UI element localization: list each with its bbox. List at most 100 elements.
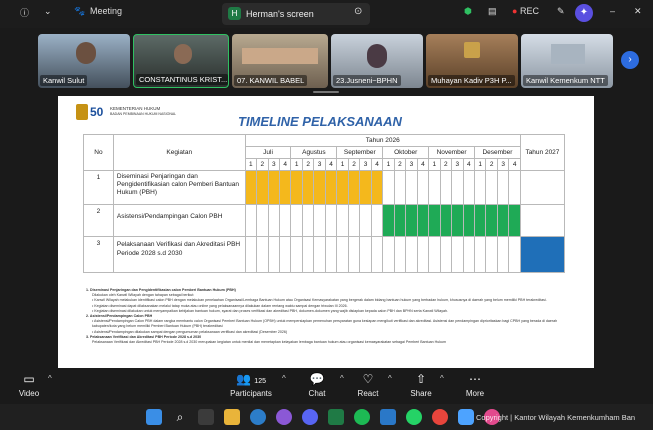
timeline-cell bbox=[324, 170, 338, 205]
header-year-2027: Tahun 2027 bbox=[519, 134, 566, 171]
week-cell: 2 bbox=[301, 158, 315, 171]
activity-row: 3 Pelaksanaan Verifikasi dan Akreditasi … bbox=[83, 236, 566, 273]
timeline-cell bbox=[313, 236, 326, 273]
timeline-cell bbox=[370, 170, 384, 205]
timeline-cell bbox=[244, 170, 258, 205]
minimize-icon[interactable]: – bbox=[610, 6, 615, 16]
participants-button[interactable]: 👥 125 Participants bbox=[222, 372, 280, 398]
tools-icon[interactable]: ✎ bbox=[557, 6, 565, 17]
shield-icon[interactable]: ⬢ bbox=[464, 6, 472, 17]
header-year-2026: Tahun 2026 bbox=[244, 134, 521, 147]
share-button[interactable]: ⇧ Share bbox=[398, 372, 444, 398]
timeline-cell bbox=[359, 236, 372, 273]
participant-tile[interactable]: 07. KANWIL BABEL bbox=[232, 34, 328, 88]
timeline-cell bbox=[462, 236, 476, 273]
timeline-cell bbox=[336, 204, 349, 237]
screen-share-pill[interactable]: H Herman's screen ⊙ bbox=[222, 3, 370, 25]
folder-icon[interactable] bbox=[224, 409, 240, 425]
info-icon[interactable]: ⓘ bbox=[20, 6, 29, 19]
record-indicator[interactable]: ● REC bbox=[512, 6, 539, 16]
chat-button[interactable]: 💬 Chat bbox=[294, 372, 340, 398]
participants-options-icon[interactable]: ^ bbox=[282, 374, 286, 383]
edge-icon[interactable] bbox=[250, 409, 266, 425]
timeline-cell bbox=[359, 204, 372, 237]
week-cell: 1 bbox=[336, 158, 349, 171]
timeline-cell bbox=[451, 170, 464, 205]
timeline-cell bbox=[496, 170, 510, 205]
spotify-icon[interactable] bbox=[354, 409, 370, 425]
month-header: November bbox=[428, 146, 475, 159]
file-explorer-icon[interactable] bbox=[198, 409, 214, 425]
timeline-cell bbox=[405, 236, 418, 273]
timeline-cell bbox=[439, 204, 453, 237]
participant-tile[interactable]: 23.Jusneni~BPHN bbox=[331, 34, 423, 88]
week-cell: 3 bbox=[405, 158, 418, 171]
copilot-icon[interactable] bbox=[276, 409, 292, 425]
participant-tile[interactable]: Kanwil Sulut bbox=[38, 34, 130, 88]
timeline-cell bbox=[462, 204, 476, 237]
timeline-cell bbox=[370, 236, 384, 273]
share-options-icon[interactable]: ^ bbox=[440, 374, 444, 383]
week-cell: 3 bbox=[451, 158, 464, 171]
participant-tile[interactable]: Kanwil Kemenkum NTT bbox=[521, 34, 613, 88]
participant-photo bbox=[242, 48, 318, 64]
ministry-logo: 50 bbox=[76, 104, 106, 120]
week-cell: 3 bbox=[267, 158, 281, 171]
drag-handle[interactable] bbox=[313, 91, 339, 93]
timeline-cell bbox=[508, 204, 521, 237]
timeline-cell bbox=[313, 170, 326, 205]
logo-line-2: BADAN PEMBINAAN HUKUM NASIONAL bbox=[110, 112, 177, 116]
week-cell: 2 bbox=[439, 158, 453, 171]
week-cell: 2 bbox=[256, 158, 269, 171]
more-options-icon[interactable]: ⊙ bbox=[354, 6, 362, 17]
close-icon[interactable]: ✕ bbox=[634, 6, 642, 17]
companion-icon[interactable]: ✦ bbox=[575, 4, 593, 22]
participant-tile[interactable]: Muhayan Kadiv P3H P... bbox=[426, 34, 518, 88]
timeline-cell bbox=[416, 170, 430, 205]
row-activity: Asistensi/Pendampingan Calon PBH bbox=[112, 204, 246, 237]
chat-options-icon[interactable]: ^ bbox=[340, 374, 344, 383]
search-icon[interactable]: ⌕ bbox=[172, 409, 188, 425]
timeline-cell bbox=[473, 204, 487, 237]
react-options-icon[interactable]: ^ bbox=[388, 374, 392, 383]
timeline-cell bbox=[347, 204, 361, 237]
excel-icon[interactable] bbox=[328, 409, 344, 425]
week-cell: 4 bbox=[370, 158, 384, 171]
video-button[interactable]: ▭ Video bbox=[6, 372, 52, 398]
participants-icon: 👥 125 bbox=[236, 372, 266, 386]
windows-start-icon[interactable] bbox=[146, 409, 162, 425]
timeline-cell bbox=[256, 204, 269, 237]
timeline-table: No Kegiatan Tahun 2026 Tahun 2027 Juli A… bbox=[83, 134, 566, 273]
vscode-icon[interactable] bbox=[380, 409, 396, 425]
zoom-icon[interactable] bbox=[458, 409, 474, 425]
more-button[interactable]: ⋯ More bbox=[452, 372, 498, 398]
timeline-cell bbox=[301, 204, 315, 237]
video-options-icon[interactable]: ^ bbox=[48, 374, 52, 383]
notes-icon[interactable]: ▤ bbox=[488, 6, 497, 17]
discord-icon[interactable] bbox=[302, 409, 318, 425]
participant-name: 23.Jusneni~BPHN bbox=[333, 75, 401, 86]
header-kegiatan: Kegiatan bbox=[112, 134, 246, 171]
note-line: Pelaksanaan Verifikasi dan Akreditasi PB… bbox=[92, 340, 447, 345]
timeline-cell bbox=[485, 170, 498, 205]
chevron-down-icon[interactable]: ⌄ bbox=[44, 6, 52, 17]
timeline-cell bbox=[451, 204, 464, 237]
week-cell: 4 bbox=[462, 158, 476, 171]
chrome-icon[interactable] bbox=[432, 409, 448, 425]
timeline-cell bbox=[244, 204, 258, 237]
week-cell: 1 bbox=[428, 158, 441, 171]
whatsapp-icon[interactable] bbox=[406, 409, 422, 425]
timeline-cell bbox=[508, 236, 521, 273]
header-no: No bbox=[83, 134, 114, 171]
react-label: React bbox=[357, 389, 379, 398]
meeting-label[interactable]: Meeting bbox=[90, 6, 122, 16]
timeline-cell bbox=[416, 204, 430, 237]
participant-tile[interactable]: CONSTANTINUS KRIST... bbox=[133, 34, 229, 88]
react-button[interactable]: ♡ React bbox=[345, 372, 391, 398]
timeline-cell bbox=[347, 170, 361, 205]
watermark: Copyright | Kantor Wilayah Kemenkumham B… bbox=[476, 413, 636, 422]
timeline-cell bbox=[496, 236, 510, 273]
activity-row: 1 Diseminasi Penjaringan dan Pengidentif… bbox=[83, 170, 566, 205]
timeline-cell bbox=[278, 236, 292, 273]
next-page-icon[interactable]: › bbox=[621, 51, 639, 69]
